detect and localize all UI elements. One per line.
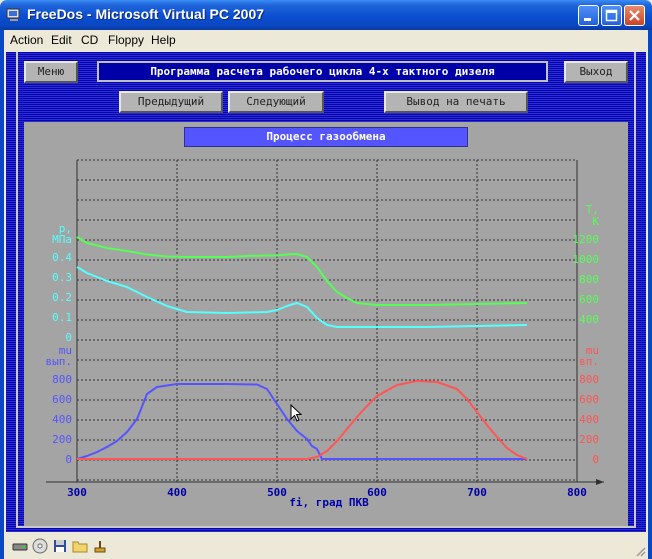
x-tick-label: 500 (267, 486, 287, 499)
x-tick-label: 400 (167, 486, 187, 499)
minimize-icon (584, 18, 591, 21)
mu-intake-axis-label-line2: вп. (579, 355, 599, 368)
series-line-pressure (76, 266, 528, 328)
next-button[interactable]: Следующий (228, 91, 324, 113)
x-tick-label: 300 (67, 486, 87, 499)
mu-exhaust-axis-tick-label: 800 (52, 373, 72, 386)
maximize-button[interactable] (601, 5, 622, 26)
vm-screen[interactable]: Меню Программа расчета рабочего цикла 4-… (6, 52, 646, 532)
window-title: FreeDos - Microsoft Virtual PC 2007 (27, 6, 265, 22)
chart-grid (77, 159, 578, 482)
pressure-axis-tick-label: 0.4 (52, 251, 72, 264)
menu-help[interactable]: Help (151, 33, 176, 47)
pressure-axis-tick-label: 0.1 (52, 311, 72, 324)
maximize-icon (605, 9, 618, 22)
window-border-right (648, 30, 652, 559)
close-icon (629, 10, 640, 21)
mu-exhaust-axis-label-line2: вып. (46, 355, 73, 368)
menu-button[interactable]: Меню (24, 61, 78, 83)
mu-exhaust-axis-tick-label: 0 (65, 453, 72, 466)
title-bar[interactable]: FreeDos - Microsoft Virtual PC 2007 (0, 0, 652, 30)
menu-bar: Action Edit CD Floppy Help (4, 30, 648, 50)
x-tick-label: 800 (567, 486, 587, 499)
mouse-cursor-icon (290, 404, 303, 422)
mu-intake-axis-tick-label: 800 (579, 373, 599, 386)
mu-intake-axis-tick-label: 400 (579, 413, 599, 426)
x-tick-label: 600 (367, 486, 387, 499)
program-title: Программа расчета рабочего цикла 4-х так… (97, 61, 548, 82)
pressure-axis-tick-label: 0.3 (52, 271, 72, 284)
menu-cd[interactable]: CD (81, 33, 98, 47)
pressure-axis-tick-label: 0 (65, 331, 72, 344)
window-border-left (0, 30, 4, 559)
exit-button[interactable]: Выход (564, 61, 628, 83)
pressure-axis-label-line2: МПа (52, 233, 72, 246)
network-icon[interactable] (92, 538, 108, 554)
chart-labels: 300 400 500 600 700 800fi, град ПКВp,МПа0.40.… (46, 203, 600, 509)
x-axis-label: fi, град ПКВ (289, 496, 369, 509)
mu-intake-axis-tick-label: 200 (579, 433, 599, 446)
temperature-axis-tick-label: 400 (579, 313, 599, 326)
print-button[interactable]: Вывод на печать (384, 91, 528, 113)
graph-panel: 300 400 500 600 700 800 fi, град ПКВ p, МПа 0.4 0.… (24, 122, 628, 526)
cd-icon[interactable] (32, 538, 48, 554)
panel-title: Процесс газообмена (184, 127, 468, 147)
chart-series (76, 236, 528, 460)
mu-exhaust-axis-tick-label: 400 (52, 413, 72, 426)
gas-exchange-chart: 300 400 500 600 700 800fi, град ПКВp,МПа0.40.… (46, 159, 604, 509)
minimize-button[interactable] (578, 5, 599, 26)
menu-floppy[interactable]: Floppy (108, 33, 144, 47)
resize-grip-icon[interactable] (634, 545, 646, 557)
mu-intake-axis-tick-label: 0 (592, 453, 599, 466)
previous-button[interactable]: Предыдущий (119, 91, 223, 113)
temperature-axis-tick-label: 800 (579, 273, 599, 286)
mu-exhaust-axis-tick-label: 200 (52, 433, 72, 446)
temperature-axis-tick-label: 600 (579, 293, 599, 306)
x-axis-arrow (596, 479, 604, 485)
temperature-axis-label-line2: K (592, 215, 599, 228)
menu-edit[interactable]: Edit (51, 33, 72, 47)
x-tick-label: 700 (467, 486, 487, 499)
floppy-icon[interactable] (52, 538, 68, 554)
virtual-pc-icon (6, 8, 20, 21)
folder-icon[interactable] (72, 538, 88, 554)
close-button[interactable] (624, 5, 645, 26)
status-bar (4, 533, 648, 559)
temperature-axis-tick-label: 1200 (573, 233, 600, 246)
temperature-axis-tick-label: 1000 (573, 253, 600, 266)
mu-intake-axis-tick-label: 600 (579, 393, 599, 406)
mu-exhaust-axis-tick-label: 600 (52, 393, 72, 406)
hdd-icon[interactable] (12, 538, 28, 554)
pressure-axis-tick-label: 0.2 (52, 291, 72, 304)
menu-action[interactable]: Action (10, 33, 43, 47)
